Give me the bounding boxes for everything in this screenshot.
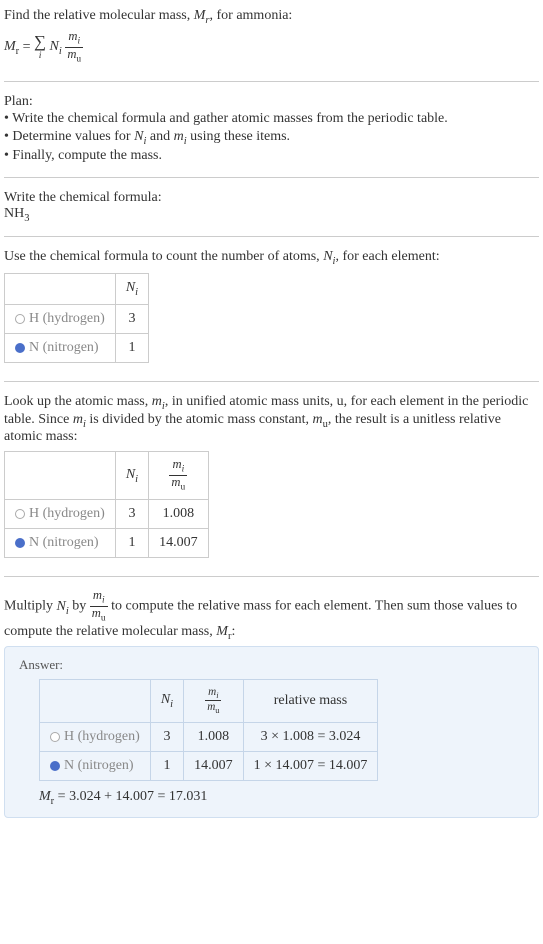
empty-header [40,679,151,722]
element-swatch-icon [50,732,60,742]
n-cell: 1 [115,333,148,362]
col-n-header: Ni [150,679,183,722]
answer-table: Ni mi mu relative mass H (hydrogen) 3 1.… [39,679,378,781]
empty-header [5,452,116,500]
chem-formula-heading: Write the chemical formula: [4,190,539,206]
col-mass-header: mi mu [184,679,244,722]
element-swatch-icon [50,761,60,771]
col-relmass-header: relative mass [243,679,378,722]
final-result: Mr = 3.024 + 14.007 = 17.031 [39,789,524,807]
count-section: Use the chemical formula to count the nu… [4,245,539,373]
table-row: N (nitrogen) 1 [5,333,149,362]
element-cell: N (nitrogen) [5,529,116,558]
mass-cell: 14.007 [184,751,244,780]
intro-section: Find the relative molecular mass, Mr, fo… [4,4,539,73]
mass-cell: 1.008 [184,722,244,751]
chem-formula: NH3 [4,206,539,224]
summation: ∑ i [34,34,46,61]
element-cell: N (nitrogen) [5,333,116,362]
multiply-section: Multiply Ni by mi mu to compute the rela… [4,585,539,821]
plan-heading: Plan: [4,94,539,110]
intro-text: Find the relative molecular mass, Mr, fo… [4,8,539,26]
col-n-header: Ni [115,274,148,305]
intro-line1: Find the relative molecular mass, [4,8,194,23]
element-cell: H (hydrogen) [5,304,116,333]
answer-box: Answer: Ni mi mu relative mass H (hydrog… [4,646,539,818]
count-heading: Use the chemical formula to count the nu… [4,249,539,267]
N-i: Ni [50,39,62,54]
element-swatch-icon [15,538,25,548]
divider [4,81,539,82]
answer-label: Answer: [19,657,524,673]
calc-cell: 3 × 1.008 = 3.024 [243,722,378,751]
lookup-heading: Look up the atomic mass, mi, in unified … [4,394,539,446]
chem-formula-section: Write the chemical formula: NH3 [4,186,539,228]
lookup-section: Look up the atomic mass, mi, in unified … [4,390,539,568]
element-cell: H (hydrogen) [40,722,151,751]
mr-symbol: Mr [194,8,210,23]
intro-line1-end: , for ammonia: [210,8,293,23]
plan-section: Plan: Write the chemical formula and gat… [4,90,539,170]
lookup-table: Ni mi mu H (hydrogen) 3 1.008 N (nitroge… [4,451,209,558]
table-header-row: Ni mi mu [5,452,209,500]
plan-item: Write the chemical formula and gather at… [4,110,539,128]
divider [4,381,539,382]
mass-cell: 14.007 [149,529,209,558]
table-header-row: Ni [5,274,149,305]
table-header-row: Ni mi mu relative mass [40,679,378,722]
plan-item: Finally, compute the mass. [4,147,539,165]
mass-fraction: mi mu [65,30,83,65]
table-row: H (hydrogen) 3 [5,304,149,333]
n-cell: 1 [115,529,148,558]
element-cell: N (nitrogen) [40,751,151,780]
divider [4,576,539,577]
mass-cell: 1.008 [149,500,209,529]
main-formula: Mr = ∑ i Ni mi mu [4,30,539,65]
count-table: Ni H (hydrogen) 3 N (nitrogen) 1 [4,273,149,363]
mass-fraction: mi mu [90,589,108,624]
n-cell: 1 [150,751,183,780]
element-swatch-icon [15,314,25,324]
n-cell: 3 [115,304,148,333]
table-row: H (hydrogen) 3 1.008 3 × 1.008 = 3.024 [40,722,378,751]
divider [4,177,539,178]
col-mass-header: mi mu [149,452,209,500]
eq-left: Mr [4,39,19,54]
multiply-text: Multiply Ni by mi mu to compute the rela… [4,589,539,642]
element-cell: H (hydrogen) [5,500,116,529]
element-swatch-icon [15,343,25,353]
element-swatch-icon [15,509,25,519]
divider [4,236,539,237]
table-row: N (nitrogen) 1 14.007 1 × 14.007 = 14.00… [40,751,378,780]
table-row: H (hydrogen) 3 1.008 [5,500,209,529]
col-n-header: Ni [115,452,148,500]
plan-list: Write the chemical formula and gather at… [4,110,539,166]
table-row: N (nitrogen) 1 14.007 [5,529,209,558]
empty-header [5,274,116,305]
n-cell: 3 [150,722,183,751]
n-cell: 3 [115,500,148,529]
plan-item: Determine values for Ni and mi using the… [4,128,539,148]
calc-cell: 1 × 14.007 = 14.007 [243,751,378,780]
